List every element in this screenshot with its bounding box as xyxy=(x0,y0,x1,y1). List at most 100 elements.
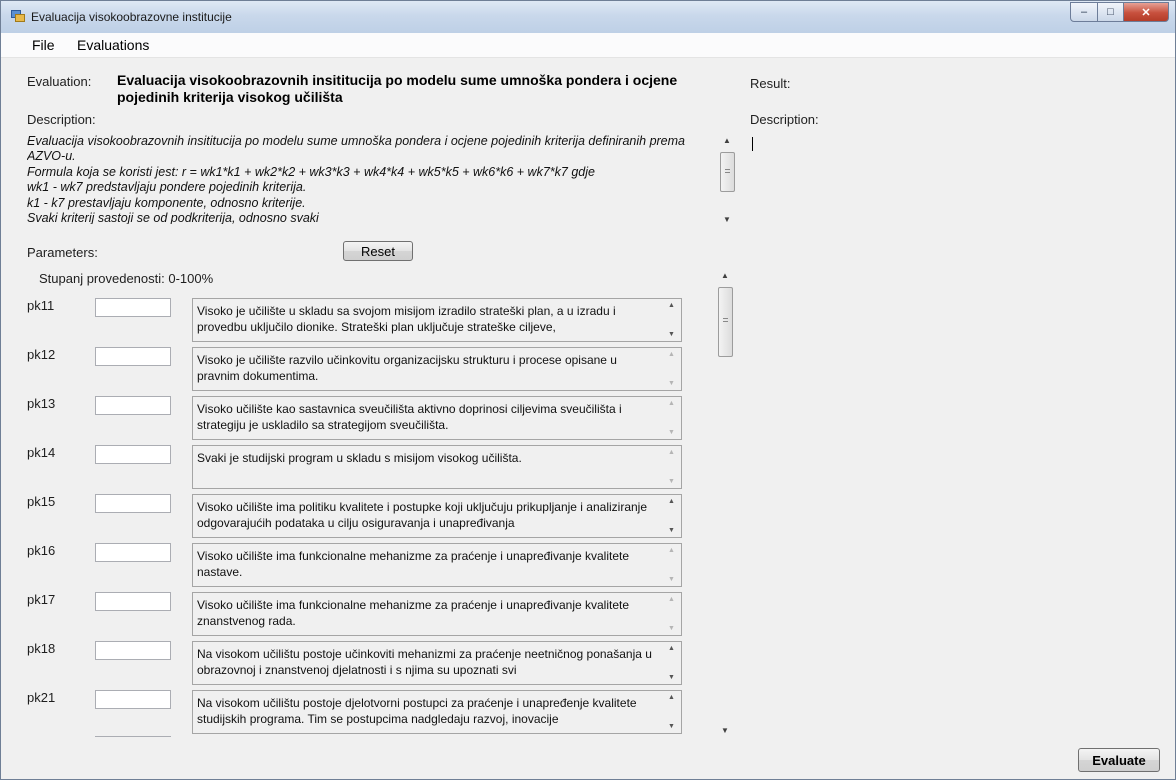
scroll-up-icon[interactable]: ▲ xyxy=(721,271,729,280)
scroll-down-icon[interactable]: ▼ xyxy=(668,331,675,338)
param-scrollbar[interactable]: ▲ ▼ xyxy=(665,300,680,340)
param-description-text: Na visokom učilištu postoje djelotvorni … xyxy=(197,696,637,726)
param-description-pk15[interactable]: Visoko učilište ima politiku kvalitete i… xyxy=(192,494,682,538)
scroll-up-icon[interactable]: ▲ xyxy=(668,645,675,652)
evaluation-title: Evaluacija visokoobrazovnih insititucija… xyxy=(117,72,678,105)
parameters-scrollbar[interactable]: ▲ ▼ xyxy=(717,267,734,739)
scroll-down-icon[interactable]: ▼ xyxy=(668,674,675,681)
param-row-pk13: pk13 Visoko učilište kao sastavnica sveu… xyxy=(27,396,712,444)
param-scrollbar[interactable]: ▲ ▼ xyxy=(665,692,680,732)
parameters-panel: Stupanj provedenosti: 0-100% pk11 Visoko… xyxy=(27,266,712,738)
param-description-text: Visoko učilište ima politiku kvalitete i… xyxy=(197,500,648,530)
scroll-up-icon[interactable]: ▲ xyxy=(723,136,731,145)
description-scrollbar[interactable]: ▲ ▼ xyxy=(719,134,736,226)
scroll-up-icon[interactable]: ▲ xyxy=(668,449,675,456)
scroll-up-icon[interactable]: ▲ xyxy=(668,400,675,407)
param-description-text: Svaki je studijski program u skladu s mi… xyxy=(197,451,522,465)
param-description-pk21[interactable]: Na visokom učilištu postoje djelotvorni … xyxy=(192,690,682,734)
parameters-label: Parameters: xyxy=(27,245,98,260)
param-input-pk18[interactable] xyxy=(95,641,171,660)
param-row-pk12: pk12 Visoko je učilište razvilo učinkovi… xyxy=(27,347,712,395)
app-window-icon xyxy=(11,10,25,22)
minimize-button[interactable]: – xyxy=(1070,2,1098,22)
param-scrollbar[interactable]: ▲ ▼ xyxy=(665,643,680,683)
param-name: pk18 xyxy=(27,641,56,656)
evaluation-label: Evaluation: xyxy=(27,74,92,89)
param-description-text: Na visokom učilištu postoje učinkoviti m… xyxy=(197,647,652,677)
param-scrollbar[interactable]: ▲ ▼ xyxy=(665,594,680,634)
param-description-pk16[interactable]: Visoko učilište ima funkcionalne mehaniz… xyxy=(192,543,682,587)
main-window: Evaluacija visokoobrazovne institucije –… xyxy=(0,0,1176,780)
result-description[interactable] xyxy=(747,134,1167,224)
grip-icon xyxy=(725,169,730,173)
minimize-icon: – xyxy=(1080,6,1088,18)
param-input-pk17[interactable] xyxy=(95,592,171,611)
param-row-pk14: pk14 Svaki je studijski program u skladu… xyxy=(27,445,712,493)
param-row-pk21: pk21 Na visokom učilištu postoje djelotv… xyxy=(27,690,712,738)
param-row-pk15: pk15 Visoko učilište ima politiku kvalit… xyxy=(27,494,712,542)
scroll-up-icon[interactable]: ▲ xyxy=(668,302,675,309)
scroll-down-icon[interactable]: ▼ xyxy=(668,380,675,387)
param-scrollbar[interactable]: ▲ ▼ xyxy=(665,349,680,389)
param-input-pk14[interactable] xyxy=(95,445,171,464)
param-name: pk11 xyxy=(27,298,55,313)
param-input-pk13[interactable] xyxy=(95,396,171,415)
param-description-text: Visoko učilište ima funkcionalne mehaniz… xyxy=(197,549,630,579)
param-scrollbar[interactable]: ▲ ▼ xyxy=(665,545,680,585)
scroll-up-icon[interactable]: ▲ xyxy=(668,694,675,701)
maximize-button[interactable]: □ xyxy=(1098,2,1124,22)
description-line: Evaluacija visokoobrazovnih insititucija… xyxy=(27,134,686,164)
param-name: pk14 xyxy=(27,445,56,460)
scroll-down-icon[interactable]: ▼ xyxy=(668,576,675,583)
description-line: Svaki kriterij sastoji se od podkriterij… xyxy=(27,211,319,224)
scroll-down-icon[interactable]: ▼ xyxy=(723,215,731,224)
scroll-up-icon[interactable]: ▲ xyxy=(668,498,675,505)
close-button[interactable]: ✕ xyxy=(1124,2,1169,22)
description-label: Description: xyxy=(27,112,96,127)
evaluation-description[interactable]: Evaluacija visokoobrazovnih insititucija… xyxy=(27,134,707,224)
scroll-thumb[interactable] xyxy=(718,287,733,357)
result-label: Result: xyxy=(750,76,791,91)
description-line: Formula koja se koristi jest: r = wk1*k1… xyxy=(27,164,595,179)
param-scrollbar[interactable]: ▲ ▼ xyxy=(665,398,680,438)
param-description-pk13[interactable]: Visoko učilište kao sastavnica sveučiliš… xyxy=(192,396,682,440)
scroll-down-icon[interactable]: ▼ xyxy=(668,527,675,534)
param-input-pk16[interactable] xyxy=(95,543,171,562)
scroll-down-icon[interactable]: ▼ xyxy=(668,625,675,632)
description-line: wk1 - wk7 predstavljaju pondere pojedini… xyxy=(27,180,307,195)
scroll-down-icon[interactable]: ▼ xyxy=(668,723,675,730)
result-description-label: Description: xyxy=(750,112,819,127)
param-input-pk11[interactable] xyxy=(95,298,171,317)
param-scrollbar[interactable]: ▲ ▼ xyxy=(665,447,680,487)
scroll-up-icon[interactable]: ▲ xyxy=(668,351,675,358)
param-scrollbar[interactable]: ▲ ▼ xyxy=(665,496,680,536)
scroll-down-icon[interactable]: ▼ xyxy=(721,726,729,735)
scroll-up-icon[interactable]: ▲ xyxy=(668,547,675,554)
param-description-pk11[interactable]: Visoko je učilište u skladu sa svojom mi… xyxy=(192,298,682,342)
description-line: k1 - k7 prestavljaju komponente, odnosno… xyxy=(27,195,306,210)
param-name: pk21 xyxy=(27,690,56,705)
title-bar[interactable]: Evaluacija visokoobrazovne institucije –… xyxy=(1,1,1175,33)
param-input-pk21[interactable] xyxy=(95,690,171,709)
param-description-pk18[interactable]: Na visokom učilištu postoje učinkoviti m… xyxy=(192,641,682,685)
reset-button[interactable]: Reset xyxy=(343,241,413,261)
scroll-up-icon[interactable]: ▲ xyxy=(668,596,675,603)
param-description-pk14[interactable]: Svaki je studijski program u skladu s mi… xyxy=(192,445,682,489)
scroll-down-icon[interactable]: ▼ xyxy=(668,429,675,436)
param-input-pk15[interactable] xyxy=(95,494,171,513)
param-name: pk17 xyxy=(27,592,56,607)
scroll-down-icon[interactable]: ▼ xyxy=(668,478,675,485)
param-description-pk12[interactable]: Visoko je učilište razvilo učinkovitu or… xyxy=(192,347,682,391)
scroll-thumb[interactable] xyxy=(720,152,735,192)
param-input-pk12[interactable] xyxy=(95,347,171,366)
param-row-pk16: pk16 Visoko učilište ima funkcionalne me… xyxy=(27,543,712,591)
evaluate-button[interactable]: Evaluate xyxy=(1078,748,1160,772)
param-description-pk17[interactable]: Visoko učilište ima funkcionalne mehaniz… xyxy=(192,592,682,636)
param-description-text: Visoko je učilište u skladu sa svojom mi… xyxy=(197,304,616,334)
param-description-text: Visoko učilište ima funkcionalne mehaniz… xyxy=(197,598,630,628)
param-row-pk18: pk18 Na visokom učilištu postoje učinkov… xyxy=(27,641,712,689)
param-description-text: Visoko učilište kao sastavnica sveučiliš… xyxy=(197,402,622,432)
param-row-pk11: pk11 Visoko je učilište u skladu sa svoj… xyxy=(27,298,712,346)
menu-file[interactable]: File xyxy=(32,37,55,53)
menu-evaluations[interactable]: Evaluations xyxy=(77,37,149,53)
